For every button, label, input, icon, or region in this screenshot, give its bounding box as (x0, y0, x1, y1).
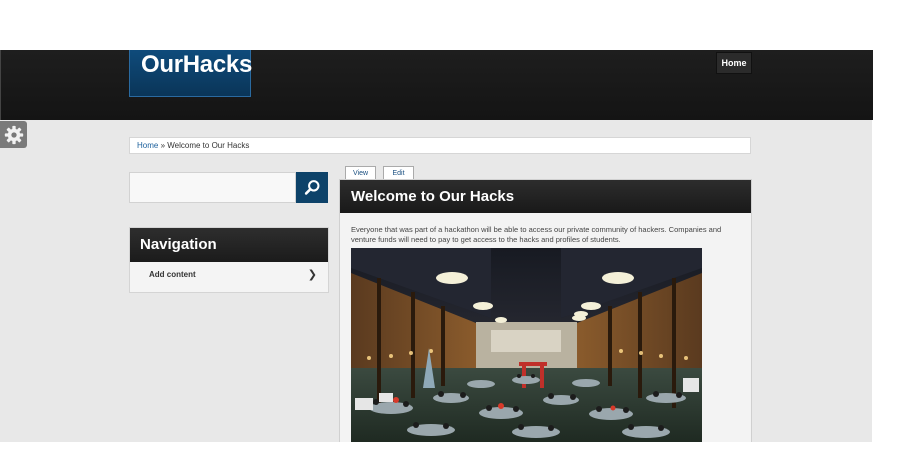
search-input[interactable] (129, 172, 296, 203)
navigation-title: Navigation (130, 228, 328, 262)
gear-icon[interactable] (0, 121, 27, 148)
breadcrumb-current: Welcome to Our Hacks (167, 141, 250, 150)
search-icon (304, 180, 319, 195)
navigation-block: Navigation Add content ❯ (129, 227, 329, 293)
site-logo[interactable]: OurHacks (129, 50, 252, 97)
logo-text: OurHacks (141, 51, 252, 78)
tab-edit[interactable]: Edit (383, 166, 414, 180)
tab-view[interactable]: View (345, 166, 376, 180)
main-content: Welcome to Our Hacks Everyone that was p… (339, 179, 752, 442)
menu-home-button[interactable]: Home (716, 52, 752, 74)
hackathon-photo (351, 248, 702, 442)
breadcrumb-home-link[interactable]: Home (137, 141, 158, 150)
page-body-text: Everyone that was part of a hackathon wi… (351, 225, 722, 244)
search-button[interactable] (296, 172, 328, 203)
nav-item-label: Add content (149, 270, 196, 279)
breadcrumb: Home » Welcome to Our Hacks (129, 137, 751, 154)
nav-item-add-content[interactable]: Add content ❯ (130, 262, 328, 292)
page-title: Welcome to Our Hacks (340, 180, 751, 213)
breadcrumb-separator: » (158, 141, 168, 150)
chevron-right-icon: ❯ (307, 269, 317, 281)
